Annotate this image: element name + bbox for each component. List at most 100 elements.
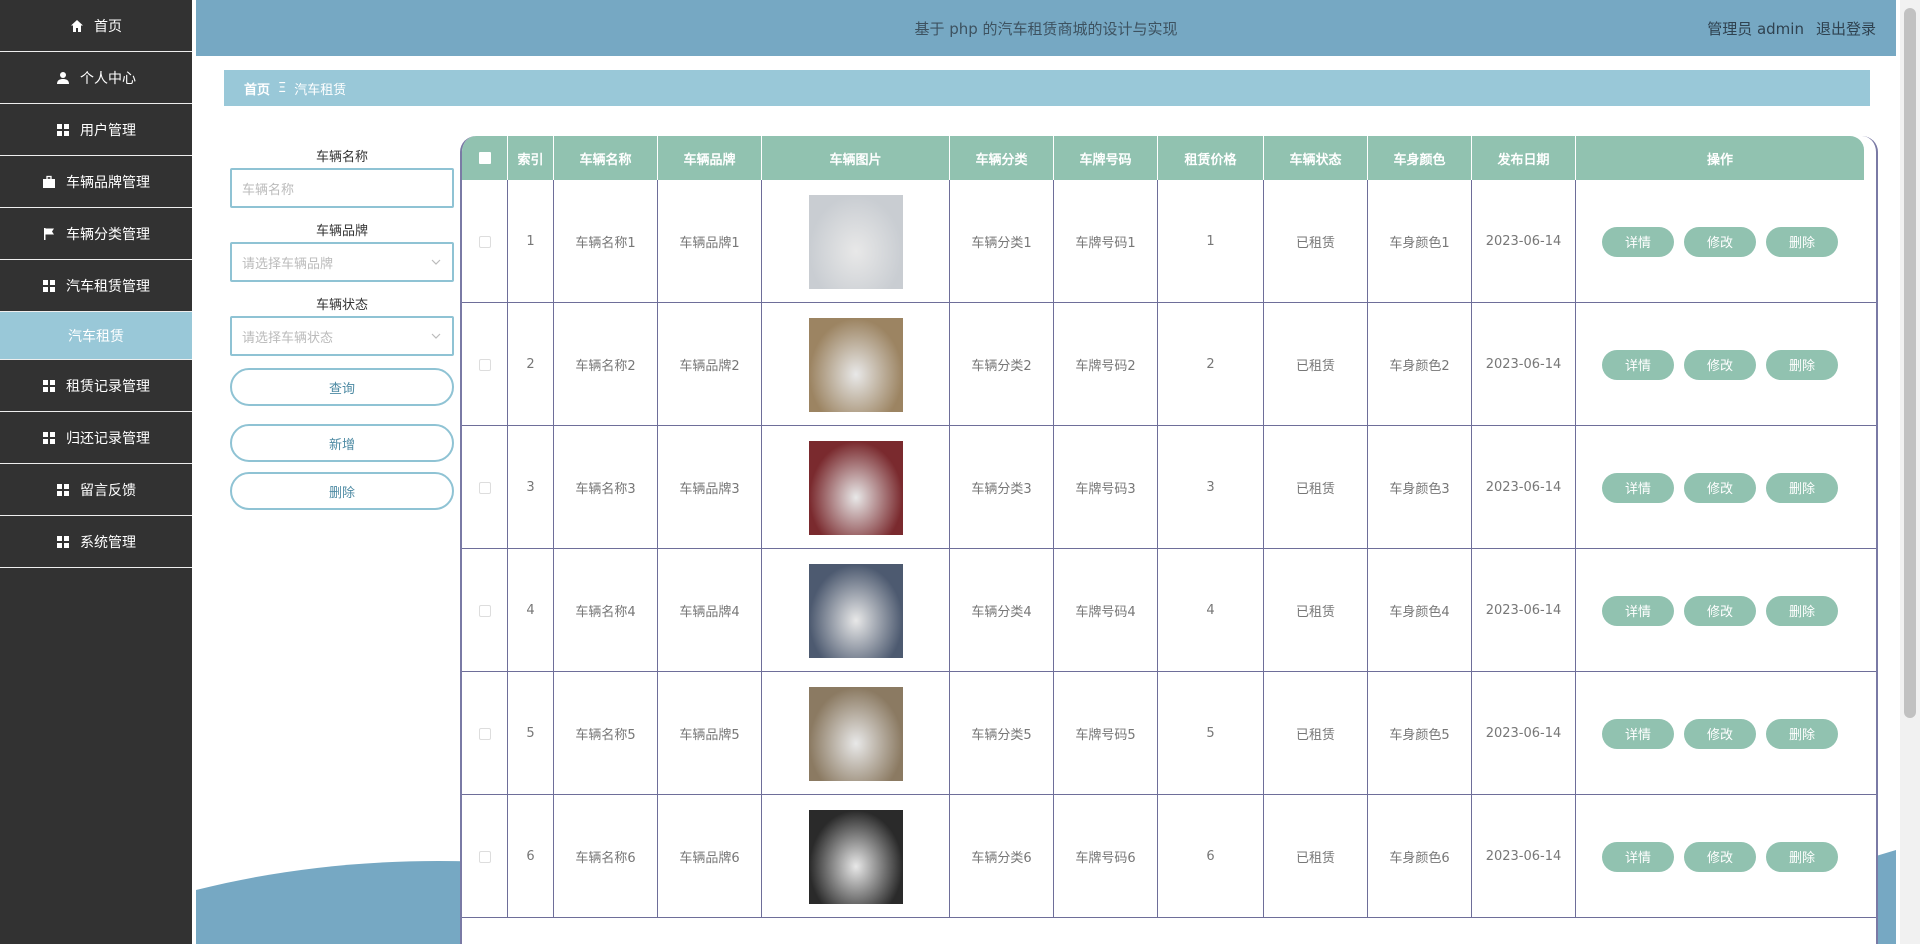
detail-button[interactable]: 详情 [1602, 718, 1674, 749]
sidebar-subitem[interactable]: 汽车租赁 [0, 312, 192, 360]
vehicle-image[interactable] [808, 194, 903, 289]
row-checkbox-cell [462, 426, 508, 549]
sidebar-item[interactable]: 车辆品牌管理 [0, 156, 192, 208]
cell-price: 3 [1158, 426, 1264, 549]
column-header: 操作 [1706, 152, 1733, 168]
edit-button[interactable]: 修改 [1684, 595, 1756, 626]
vehicle-status-placeholder: 请选择车辆状态 [242, 330, 334, 346]
vehicle-image-cell [762, 180, 950, 303]
sidebar-item-label: 个人中心 [80, 70, 136, 87]
cell-category: 车辆分类4 [950, 549, 1054, 672]
row-checkbox[interactable] [478, 850, 491, 863]
delete-button[interactable]: 删除 [1766, 349, 1838, 380]
edit-button[interactable]: 修改 [1684, 472, 1756, 503]
detail-button[interactable]: 详情 [1602, 841, 1674, 872]
delete-button[interactable]: 删除 [1766, 226, 1838, 257]
action-buttons: 详情 修改 删除 [1602, 472, 1838, 503]
batch-delete-button[interactable]: 删除 [230, 472, 454, 510]
row-checkbox-cell [462, 303, 508, 426]
cell-color: 车身颜色5 [1368, 672, 1472, 795]
vehicle-name-label: 车辆名称 [315, 150, 368, 165]
vehicle-brand-select[interactable]: 请选择车辆品牌 [230, 242, 454, 282]
detail-button[interactable]: 详情 [1602, 472, 1674, 503]
main-area: 基于 php 的汽车租赁商城的设计与实现 管理员 admin 退出登录 首页 Ξ… [196, 0, 1896, 944]
row-checkbox[interactable] [478, 727, 491, 740]
sidebar-item[interactable]: 归还记录管理 [0, 412, 192, 464]
sidebar-item[interactable]: 汽车租赁管理 [0, 260, 192, 312]
breadcrumb-home[interactable]: 首页 [244, 79, 270, 98]
page-scrollbar[interactable] [1900, 0, 1920, 944]
checkbox-box[interactable] [478, 152, 491, 164]
vehicle-brand-placeholder: 请选择车辆品牌 [242, 256, 334, 272]
vehicle-status-select[interactable]: 请选择车辆状态 [230, 316, 454, 356]
edit-button[interactable]: 修改 [1684, 841, 1756, 872]
vehicle-image[interactable] [808, 686, 903, 781]
delete-button[interactable]: 删除 [1766, 595, 1838, 626]
sidebar-item[interactable]: 租赁记录管理 [0, 360, 192, 412]
row-checkbox[interactable] [478, 604, 491, 617]
breadcrumb-separator: Ξ [278, 80, 287, 96]
home-icon [70, 19, 84, 33]
sidebar-item-label: 用户管理 [80, 122, 136, 139]
sidebar-item[interactable]: 系统管理 [0, 516, 192, 568]
vehicle-image[interactable] [808, 809, 903, 904]
vehicle-image-cell [762, 549, 950, 672]
vehicle-name-input[interactable]: 车辆名称 [230, 168, 454, 208]
chevron-down-icon [431, 333, 441, 339]
cell-category: 车辆分类6 [950, 795, 1054, 918]
table-row: 6 车辆名称6 车辆品牌6 车辆分类6 车牌号码6 6 已租赁 车身颜色6 2023-06-14… [462, 795, 1876, 918]
search-panel: 车辆名称 车辆名称 车辆品牌 请选择车辆品牌 车辆状态 请选择车辆状态 查询 新… [230, 146, 454, 520]
logout-link[interactable]: 退出登录 [1816, 18, 1876, 39]
edit-button[interactable]: 修改 [1684, 226, 1756, 257]
sidebar-item[interactable]: 留言反馈 [0, 464, 192, 516]
table-row: 1 车辆名称1 车辆品牌1 车辆分类1 车牌号码1 1 已租赁 车身颜色1 2023-06-14… [462, 180, 1876, 303]
sidebar: 首页个人中心用户管理车辆品牌管理 车辆分类管理 汽车租赁管理 汽车租赁 租赁记录管理 归还… [0, 0, 192, 944]
edit-button[interactable]: 修改 [1684, 718, 1756, 749]
sidebar-item[interactable]: 用户管理 [0, 104, 192, 156]
row-checkbox[interactable] [478, 235, 491, 248]
table-row: 3 车辆名称3 车辆品牌3 车辆分类3 车牌号码3 3 已租赁 车身颜色3 2023-06-14… [462, 426, 1876, 549]
delete-button[interactable]: 删除 [1766, 718, 1838, 749]
scrollbar-thumb[interactable] [1904, 8, 1916, 718]
cell-date: 2023-06-14 [1472, 180, 1576, 303]
detail-button[interactable]: 详情 [1602, 226, 1674, 257]
cell-date: 2023-06-14 [1472, 549, 1576, 672]
vehicle-image[interactable] [808, 563, 903, 658]
query-button[interactable]: 查询 [230, 368, 454, 406]
vehicle-image[interactable] [808, 317, 903, 412]
cell-name: 车辆名称4 [554, 549, 658, 672]
cell-price: 5 [1158, 672, 1264, 795]
cell-index: 3 [508, 426, 554, 549]
actions-cell: 详情 修改 删除 [1576, 180, 1864, 303]
cell-color: 车身颜色3 [1368, 426, 1472, 549]
edit-button[interactable]: 修改 [1684, 349, 1756, 380]
column-header: 车辆名称 [554, 136, 658, 180]
delete-button[interactable]: 删除 [1766, 841, 1838, 872]
detail-button[interactable]: 详情 [1602, 349, 1674, 380]
detail-button[interactable]: 详情 [1602, 595, 1674, 626]
vehicle-image[interactable] [808, 440, 903, 535]
row-checkbox[interactable] [478, 481, 491, 494]
add-button[interactable]: 新增 [230, 424, 454, 462]
cell-brand: 车辆品牌6 [658, 795, 762, 918]
cell-category: 车辆分类2 [950, 303, 1054, 426]
sidebar-item[interactable]: 车辆分类管理 [0, 208, 192, 260]
vehicle-image-cell [762, 426, 950, 549]
cell-index: 5 [508, 672, 554, 795]
cell-name: 车辆名称1 [554, 180, 658, 303]
row-checkbox[interactable] [478, 358, 491, 371]
sidebar-item[interactable]: 首页 [0, 0, 192, 52]
cell-status: 已租赁 [1264, 303, 1368, 426]
column-header: 车辆状态 [1264, 136, 1368, 180]
row-checkbox-cell [462, 180, 508, 303]
actions-cell: 详情 修改 删除 [1576, 672, 1864, 795]
select-all-checkbox[interactable] [462, 136, 508, 180]
cell-status: 已租赁 [1264, 672, 1368, 795]
cell-status: 已租赁 [1264, 549, 1368, 672]
chevron-down-icon [431, 259, 441, 265]
delete-button[interactable]: 删除 [1766, 472, 1838, 503]
sidebar-item[interactable]: 个人中心 [0, 52, 192, 104]
cell-category: 车辆分类5 [950, 672, 1054, 795]
cell-index: 1 [508, 180, 554, 303]
app-title: 基于 php 的汽车租赁商城的设计与实现 [914, 19, 1178, 38]
